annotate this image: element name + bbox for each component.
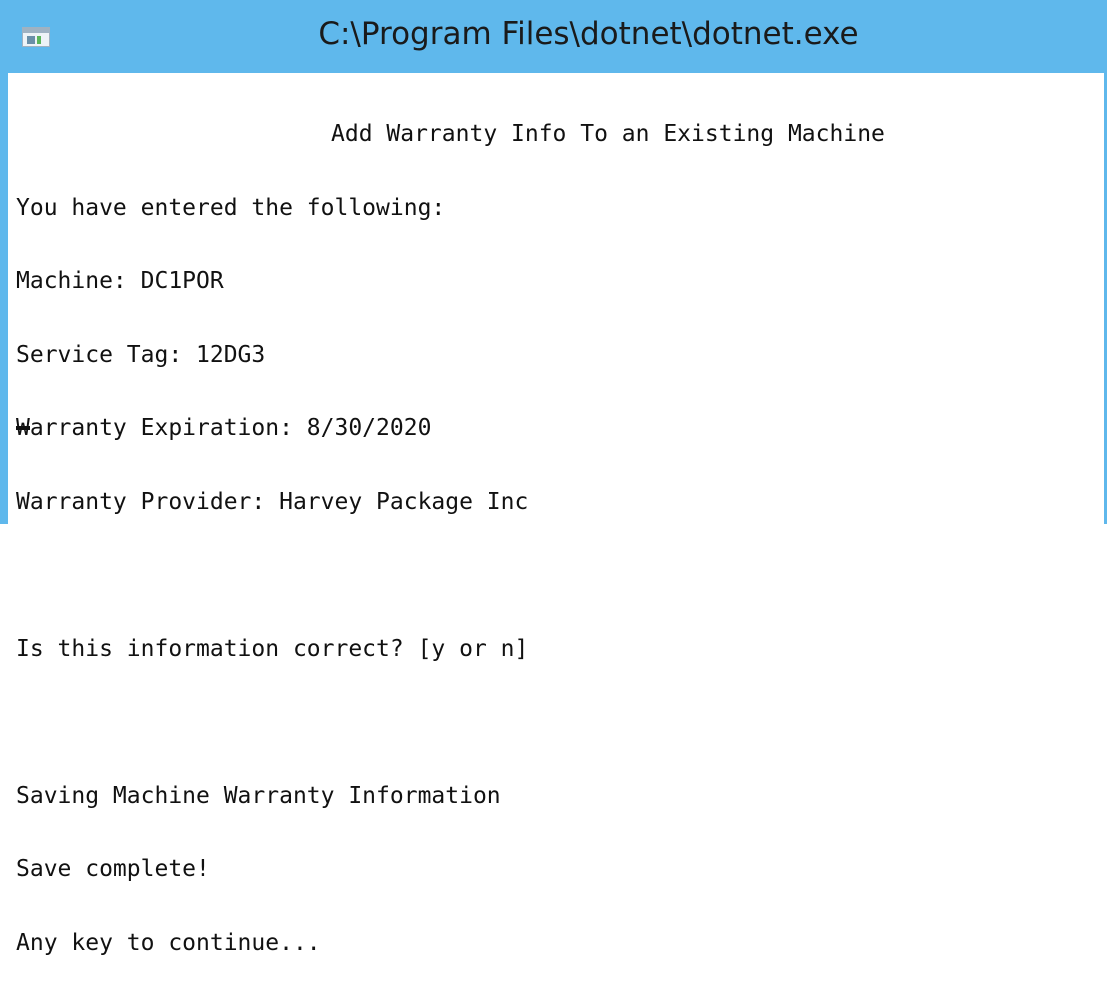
saving-line: Saving Machine Warranty Information xyxy=(16,782,501,809)
console-output[interactable]: Add Warranty Info To an Existing Machine… xyxy=(16,73,885,1004)
save-complete-line: Save complete! xyxy=(16,856,210,882)
title-bar[interactable]: C:\Program Files\dotnet\dotnet.exe xyxy=(0,0,1107,73)
warranty-expiration-line: Warranty Expiration: 8/30/2020 xyxy=(16,415,432,441)
entered-intro-line: You have entered the following: xyxy=(16,194,446,221)
machine-line: Machine: DC1POR xyxy=(16,268,224,294)
confirm-prompt-line: Is this information correct? [y or n] xyxy=(16,635,529,662)
console-header: Add Warranty Info To an Existing Machine xyxy=(331,121,885,147)
window-title: C:\Program Files\dotnet\dotnet.exe xyxy=(318,16,859,52)
warranty-provider-line: Warranty Provider: Harvey Package Inc xyxy=(16,488,529,515)
text-cursor xyxy=(16,426,30,430)
console-window: C:\Program Files\dotnet\dotnet.exe Add W… xyxy=(0,0,1107,955)
service-tag-line: Service Tag: 12DG3 xyxy=(16,341,266,368)
continue-prompt-line: Any key to continue... xyxy=(16,929,321,956)
